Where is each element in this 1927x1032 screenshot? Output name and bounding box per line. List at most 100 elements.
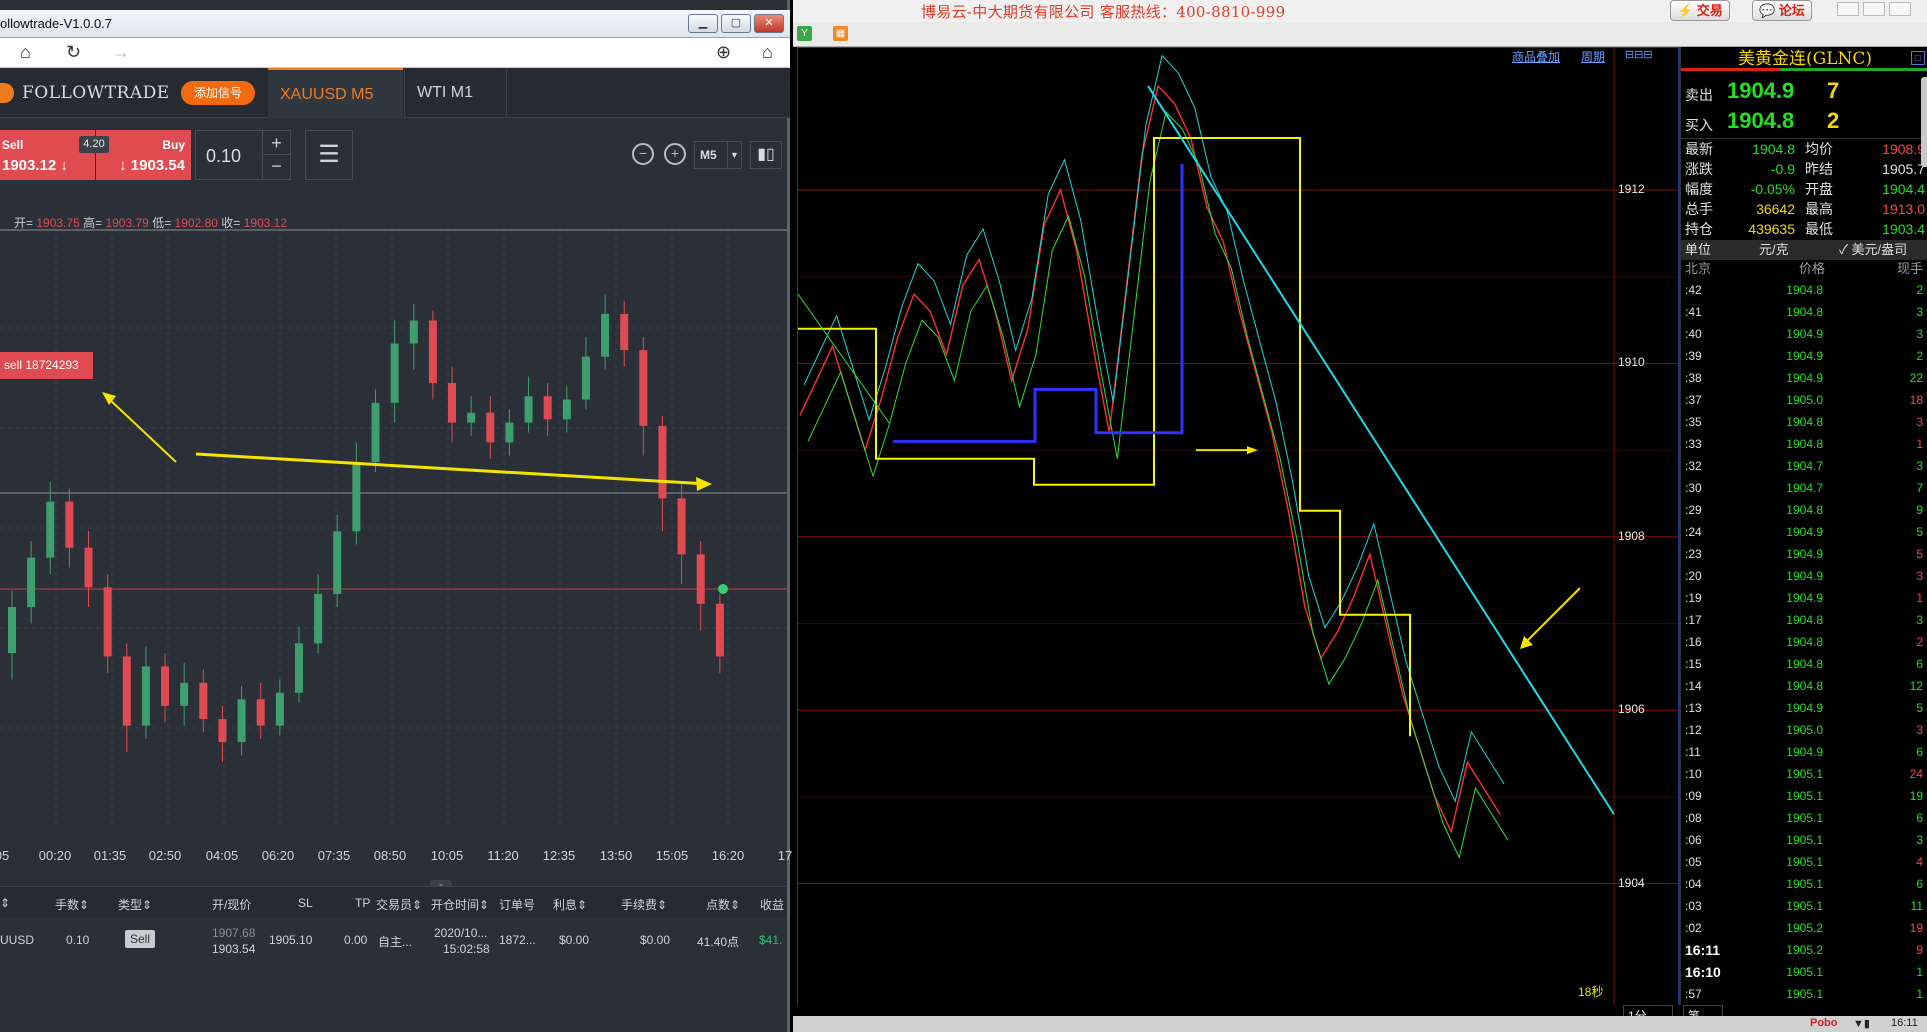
stat-label: 涨跌 [1685,161,1713,177]
tab-xauusd-m5[interactable]: XAUUSD M5 [268,68,403,118]
timeframe-select[interactable]: M5 ▼ [694,141,742,169]
candle [84,547,93,588]
overlay-link[interactable]: 商品叠加 [1512,48,1560,65]
tick-price: 1905.1 [1786,899,1823,913]
forward-icon[interactable]: → [112,42,130,63]
price-label: 1904 [1618,876,1645,890]
add-signal-button[interactable]: 添加信号 [181,81,255,105]
period-link[interactable]: 周期 [1581,48,1605,65]
ask-qty: 7 [1827,78,1840,103]
tick-time: :14 [1685,679,1702,693]
time-tick-label: 10:05 [430,848,464,863]
zoom-in-icon[interactable]: + [664,143,686,165]
lot-increase-button[interactable]: + [262,131,290,155]
expand-icon[interactable]: ▢ [1911,51,1925,65]
tick-time: :24 [1685,525,1702,539]
column-header[interactable]: 收益 [760,896,784,913]
tick-time: :09 [1685,789,1702,803]
refresh-icon[interactable]: ↻ [66,42,81,63]
tick-volume: 2 [1916,283,1923,297]
lot-stepper[interactable]: 0.10 + − [195,130,291,180]
home-icon[interactable]: ⌂ [20,42,31,63]
lot-value[interactable]: 0.10 [206,146,241,167]
column-header[interactable]: 手数⇕ [55,896,89,913]
time-tick-label: 12:35 [542,848,576,863]
column-header[interactable]: 点数⇕ [706,896,740,913]
tick-volume: 3 [1916,569,1923,583]
countdown-timer: 18秒 [1578,985,1604,999]
price-label: 1908 [1618,529,1645,543]
tick-volume: 3 [1916,459,1923,473]
futures-chart[interactable] [797,47,1679,1007]
chart-tools-icon[interactable]: ⊟⊟⊟ [1625,48,1653,61]
tick-price: 1904.9 [1786,547,1823,561]
column-header[interactable]: 开仓时间⇕ [431,896,489,913]
scrollbar[interactable] [1921,77,1927,167]
followtrade-titlebar[interactable]: ollowtrade-V1.0.0.7 ▁ ▢ ✕ [0,10,790,38]
unit-label: 单位 [1685,242,1712,257]
maximize-button[interactable]: ▢ [721,14,751,33]
column-header[interactable]: TP [355,896,370,910]
list-item: :05 1905.1 4 [1681,851,1927,873]
followtrade-window: ollowtrade-V1.0.0.7 ▁ ▢ ✕ ⌂ ↻ → ⊕ ⌂ FOLL… [0,0,792,1032]
candle [696,554,705,604]
lot-decrease-button[interactable]: − [262,155,290,179]
trade-button[interactable]: ⚡ 交易 [1670,0,1730,21]
price-label: 1912 [1618,182,1645,196]
menu-icon[interactable]: Y [797,26,812,41]
stat-value: 1903.4 [1882,221,1925,237]
column-header[interactable]: 订单号 [499,896,535,913]
close-button[interactable] [1889,2,1911,16]
close-button[interactable]: ✕ [754,14,784,33]
quote-stat-row: 总手 36642 最高 1913.0 [1681,199,1927,219]
time-tick-label: 13:50 [599,848,633,863]
upload-icon[interactable]: ⊕ [716,42,731,63]
pobo-titlebar[interactable]: 博易云-中大期货有限公司 客服热线：400-8810-999 ⚡ 交易 💬 论坛 [793,0,1927,22]
list-item: :10 1905.1 24 [1681,763,1927,785]
column-header[interactable]: 交易员⇕ [376,896,422,913]
column-header[interactable]: ⇕ [0,896,10,910]
cell-sl: 1905.10 [269,933,313,947]
status-brand: Pobo [1810,1017,1838,1029]
minimize-button[interactable]: ▁ [688,14,718,33]
candle [620,313,629,351]
column-header[interactable]: SL [298,896,313,910]
tick-time: :02 [1685,921,1702,935]
column-header[interactable]: 利息⇕ [553,896,587,913]
list-item: :30 1904.7 7 [1681,477,1927,499]
list-item: :41 1904.8 3 [1681,301,1927,323]
calendar-icon[interactable]: ▦ [833,26,848,41]
tick-volume: 5 [1916,525,1923,539]
candle [371,402,380,463]
quote-stat-row: 涨跌 -0.9 昨结 1905.7 [1681,159,1927,179]
candlestick-chart[interactable] [0,228,787,880]
order-list-icon[interactable]: ☰ [305,130,353,180]
unit-usd-option[interactable]: ✓ 美元/盎司 [1839,240,1907,260]
column-header[interactable]: 开/现价 [212,896,251,913]
tick-list[interactable]: :42 1904.8 2:41 1904.8 3:40 1904.9 3:39 1904.9 2… [1681,279,1927,1005]
table-row[interactable]: UUSD 0.10 Sell 1907.68 1903.54 1905.10 0… [0,920,787,960]
tick-volume: 2 [1916,349,1923,363]
stat-label: 昨结 [1805,161,1833,177]
zoom-out-icon[interactable]: − [632,143,654,165]
minimize-button[interactable] [1837,2,1859,16]
tick-volume: 1 [1916,591,1923,605]
tick-volume: 19 [1909,921,1923,935]
unit-rmb-option[interactable]: 元/克 [1759,240,1789,260]
tab-wti-m1[interactable]: WTI M1 [404,68,507,118]
brand: FOLLOWTRADE [0,83,170,103]
buy-button[interactable]: Buy ↓ 1903.54 [96,130,191,180]
tick-price: 1905.1 [1786,965,1823,979]
install-icon[interactable]: ⌂ [762,42,773,63]
tick-price: 1904.9 [1786,327,1823,341]
tick-time: 16:11 [1685,942,1721,958]
tick-volume: 1 [1916,965,1923,979]
time-axis: 05 00:20 01:35 02:50 04:05 06:20 07:35 08:50 10:… [0,848,792,868]
tick-time: :35 [1685,415,1702,429]
column-header[interactable]: 类型⇕ [118,896,152,913]
forum-button[interactable]: 💬 论坛 [1752,0,1812,21]
order-tag[interactable]: sell 18724293 [0,352,93,379]
column-header[interactable]: 手续费⇕ [621,896,667,913]
maximize-button[interactable] [1863,2,1885,16]
candlestick-icon[interactable]: ▮▯ [750,141,782,169]
